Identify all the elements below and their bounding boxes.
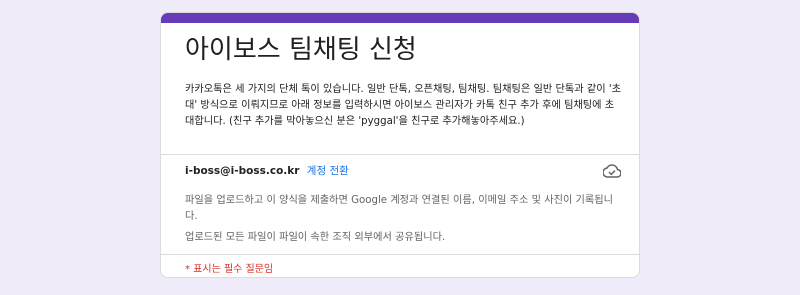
divider bbox=[161, 254, 639, 255]
form-title: 아이보스 팀채팅 신청 bbox=[185, 35, 417, 65]
required-note: * 표시는 필수 질문임 bbox=[185, 264, 274, 275]
form-header-card: 아이보스 팀채팅 신청 카카오톡은 세 가지의 단체 톡이 있습니다. 일반 단… bbox=[160, 12, 640, 278]
account-row: i-boss@i-boss.co.kr 계정 전환 bbox=[185, 163, 622, 179]
form-description: 카카오톡은 세 가지의 단체 톡이 있습니다. 일반 단톡, 오픈채팅, 팀채팅… bbox=[185, 84, 621, 127]
switch-account-link[interactable]: 계정 전환 bbox=[307, 165, 349, 177]
share-notice: 업로드된 모든 파일이 파일이 속한 조직 외부에서 공유됩니다. bbox=[185, 232, 446, 243]
cloud-check-icon bbox=[602, 163, 622, 179]
upload-notice: 파일을 업로드하고 이 양식을 제출하면 Google 계정과 연결된 이름, … bbox=[185, 195, 614, 222]
account-email: i-boss@i-boss.co.kr bbox=[185, 165, 300, 177]
divider bbox=[161, 154, 639, 155]
theme-accent-bar bbox=[161, 13, 639, 23]
